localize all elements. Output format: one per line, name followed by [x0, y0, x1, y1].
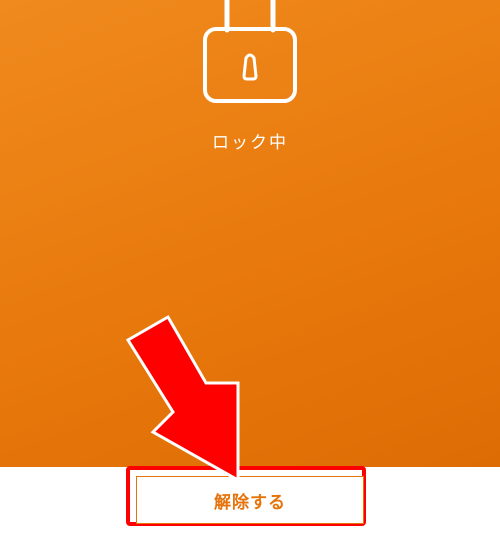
lock-status-label: ロック中 — [212, 133, 288, 153]
unlock-button[interactable]: 解除する — [136, 476, 364, 524]
lock-screen-panel: ロック中 — [0, 0, 500, 467]
padlock-icon — [203, 0, 297, 103]
